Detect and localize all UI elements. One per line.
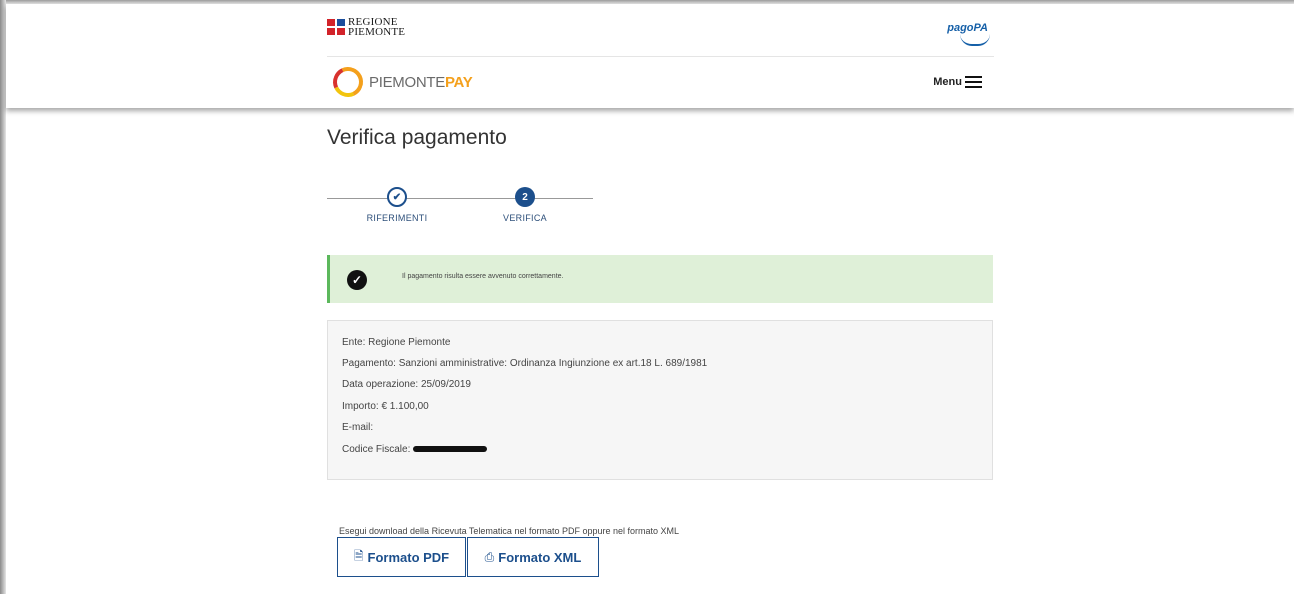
success-alert: ✓ Il pagamento risulta essere avvenuto c… [327, 255, 993, 303]
download-pdf-button[interactable]: 🗎 Formato PDF [337, 537, 466, 577]
check-circle-icon: ✓ [347, 270, 367, 290]
print-icon: ⎙ [484, 549, 495, 564]
download-instructions: Esegui download della Ricevuta Telematic… [339, 526, 680, 536]
step-label-verifica: VERIFICA [503, 213, 547, 223]
check-icon: ✔ [387, 187, 407, 207]
alert-message: Il pagamento risulta essere avvenuto cor… [402, 273, 564, 280]
header-container: REGIONE PIEMONTE pagoPA PIEMONTEPAY Menu [319, 4, 1002, 108]
step-verifica: 2 VERIFICA [465, 186, 585, 223]
flag-icon [327, 19, 345, 35]
download-xml-button[interactable]: ⎙ Formato XML [467, 537, 599, 577]
pagopa-logo[interactable]: pagoPA [947, 22, 988, 34]
hamburger-icon [965, 76, 982, 88]
regione-line2: PIEMONTE [348, 26, 406, 38]
step-label-riferimenti: RIFERIMENTI [366, 213, 428, 223]
redacted-value [413, 446, 488, 453]
codice-fiscale-label: Codice Fiscale: [342, 444, 411, 455]
brand-main: PIEMONTE [369, 73, 445, 91]
detail-email: E-mail: [342, 422, 374, 433]
pdf-file-icon: 🗎 [353, 548, 364, 563]
menu-label: Menu [933, 76, 962, 88]
piemontepay-logo[interactable]: PIEMONTEPAY [328, 62, 473, 102]
detail-ente: Ente: Regione Piemonte [342, 337, 451, 348]
pdf-button-label: Formato PDF [367, 549, 450, 565]
header-divider [327, 56, 994, 57]
progress-stepper: ✔ RIFERIMENTI 2 VERIFICA [327, 186, 593, 226]
site-header: REGIONE PIEMONTE pagoPA PIEMONTEPAY Menu [6, 4, 1294, 108]
regione-piemonte-logo[interactable]: REGIONE PIEMONTE [327, 17, 406, 38]
detail-pagamento: Pagamento: Sanzioni amministrative: Ordi… [342, 358, 708, 369]
page-title: Verifica pagamento [327, 126, 507, 149]
detail-importo: Importo: € 1.100,00 [342, 401, 429, 412]
piemontepay-wordmark: PIEMONTEPAY [369, 73, 473, 91]
payment-details-panel: Ente: Regione Piemonte Pagamento: Sanzio… [327, 320, 993, 480]
step-riferimenti[interactable]: ✔ RIFERIMENTI [337, 186, 457, 223]
regione-text: REGIONE PIEMONTE [348, 17, 406, 38]
detail-codice-fiscale: Codice Fiscale: [342, 444, 488, 455]
pagopa-arc-icon [960, 34, 990, 46]
menu-button[interactable]: Menu [933, 76, 982, 88]
xml-button-label: Formato XML [498, 549, 582, 565]
brand-pay: PAY [444, 73, 473, 91]
piemontepay-ring-icon [328, 62, 368, 102]
detail-data: Data operazione: 25/09/2019 [342, 379, 471, 390]
step-number: 2 [515, 187, 535, 207]
